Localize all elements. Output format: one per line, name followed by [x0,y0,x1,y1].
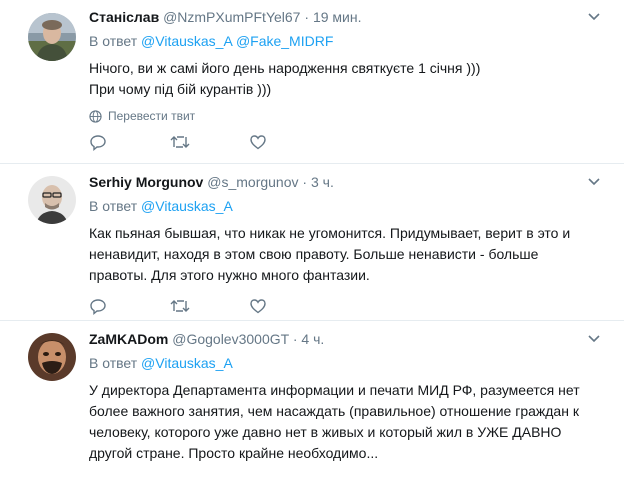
tweet-text: Как пьяная бывшая, что никак не угомонит… [89,225,571,283]
reply-prefix: В ответ [89,355,138,371]
fullname[interactable]: ZaMKADom [89,331,168,347]
reply-context: В ответ @Vitauskas_A @Fake_MIDRF [89,32,604,50]
avatar[interactable] [28,176,76,224]
reply-mention-link[interactable]: @Vitauskas_A [141,198,233,214]
reply-context: В ответ @Vitauskas_A [89,354,604,372]
reply-prefix: В ответ [89,33,138,49]
separator: · [304,9,310,25]
retweet-icon [170,300,190,312]
globe-icon [89,109,102,123]
separator: · [292,331,298,347]
translate-tweet-link[interactable]: Перевести твит [89,108,604,124]
like-button[interactable] [249,297,329,315]
more-caret-icon[interactable] [584,328,604,348]
username[interactable]: @NzmPXumPFtYel67 [163,9,300,25]
reply-mention-link[interactable]: @Vitauskas_A [141,355,233,371]
reply-icon [90,299,106,315]
tweet-header: ZaMKADom @Gogolev3000GT · 4 ч. [89,330,604,348]
reply-button[interactable] [89,133,169,151]
username[interactable]: @Gogolev3000GT [172,331,289,347]
more-caret-icon[interactable] [584,171,604,191]
tweet[interactable]: Serhiy Morgunov @s_morgunov · 3 ч. В отв… [0,164,624,321]
retweet-icon [170,136,190,148]
tweet[interactable]: Станіслав @NzmPXumPFtYel67 · 19 мин. В о… [0,0,624,164]
tweet[interactable]: ZaMKADom @Gogolev3000GT · 4 ч. В ответ @… [0,321,624,496]
fullname[interactable]: Serhiy Morgunov [89,174,203,190]
username[interactable]: @s_morgunov [207,174,298,190]
reply-button[interactable] [89,297,169,315]
translate-label[interactable]: Перевести твит [108,108,195,124]
like-icon [250,299,266,314]
tweet-header: Serhiy Morgunov @s_morgunov · 3 ч. [89,173,604,191]
timestamp[interactable]: 3 ч. [311,174,334,190]
tweet-text: У директора Департамента информации и пе… [89,382,580,461]
reply-icon [90,135,106,151]
like-button[interactable] [249,133,329,151]
tweet-actions [89,297,329,315]
tweet-actions [89,133,329,151]
reply-prefix: В ответ [89,198,138,214]
reply-context: В ответ @Vitauskas_A [89,197,604,215]
timestamp[interactable]: 4 ч. [301,331,324,347]
tweet-text: Нічого, ви ж самі його день народження с… [89,60,481,97]
retweet-button[interactable] [169,133,249,151]
reply-mention-link[interactable]: @Vitauskas_A [141,33,232,49]
fullname[interactable]: Станіслав [89,9,159,25]
avatar[interactable] [28,333,76,381]
tweet-header: Станіслав @NzmPXumPFtYel67 · 19 мин. [89,8,604,26]
reply-mention-link[interactable]: @Fake_MIDRF [236,33,333,49]
avatar[interactable] [28,13,76,61]
more-caret-icon[interactable] [584,6,604,26]
like-icon [250,135,266,150]
timestamp[interactable]: 19 мин. [313,9,362,25]
separator: · [302,174,308,190]
retweet-button[interactable] [169,297,249,315]
